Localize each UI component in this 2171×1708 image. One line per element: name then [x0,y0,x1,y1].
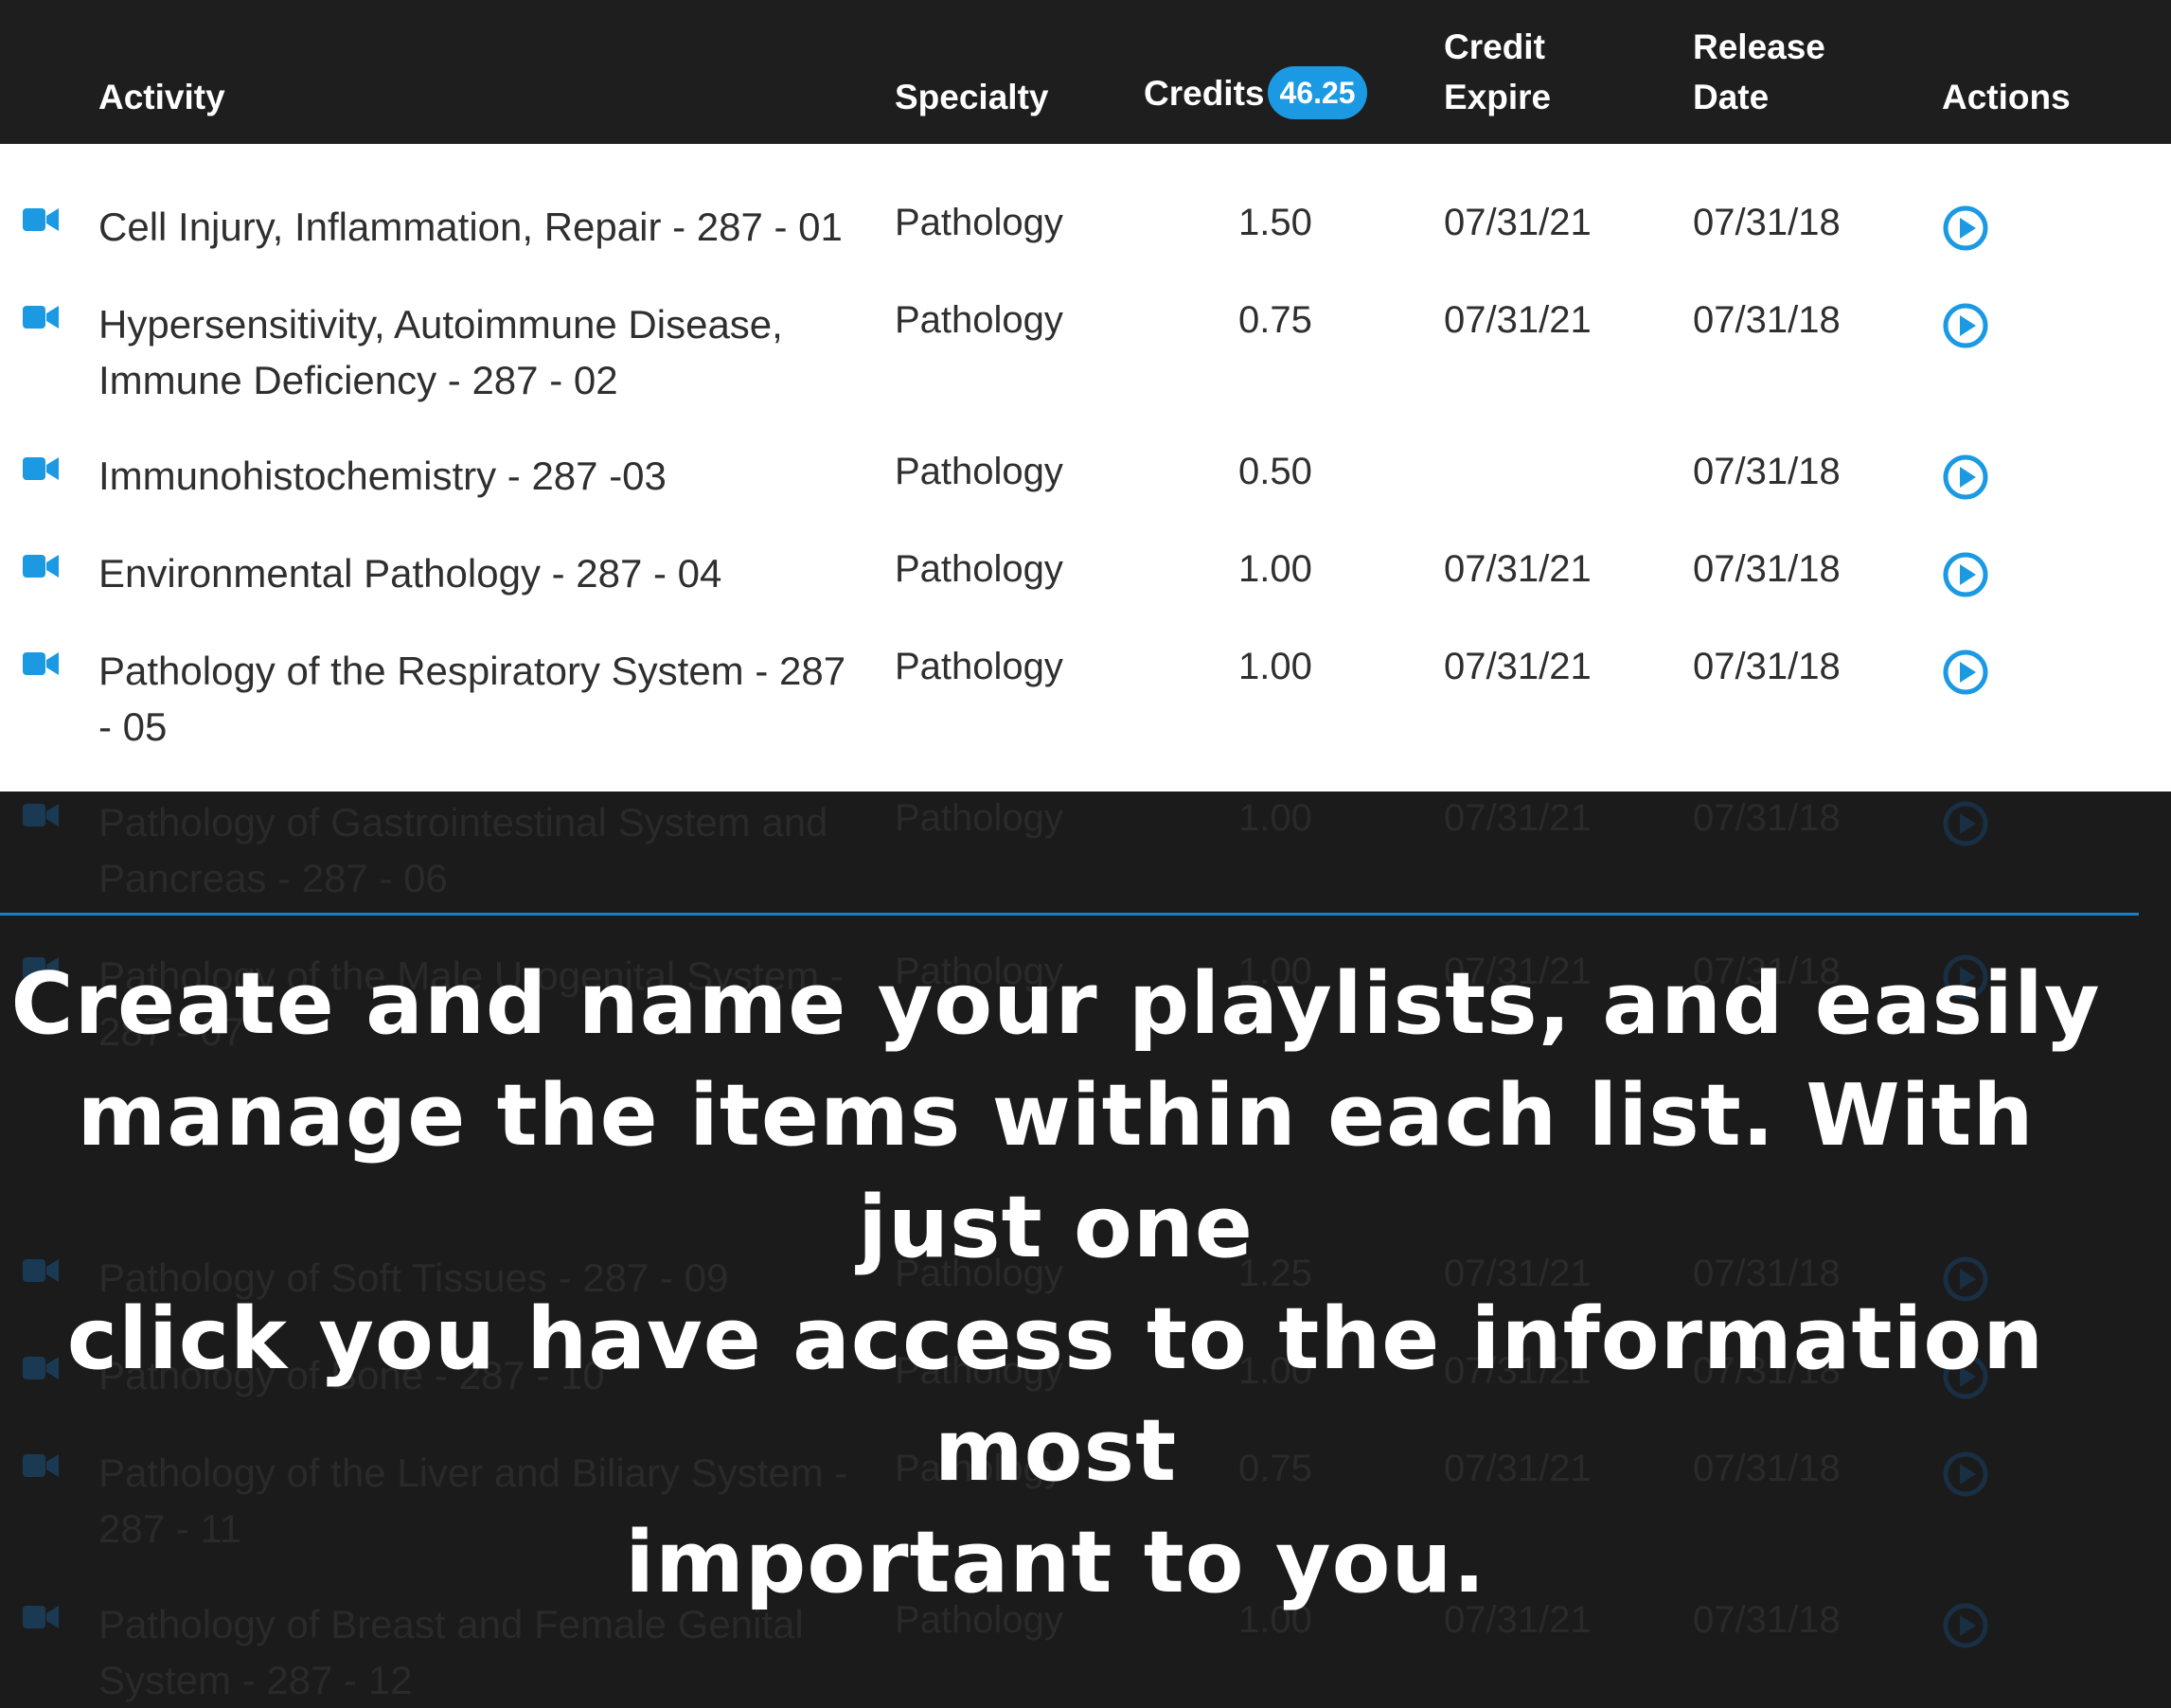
activity-title-line-2: - 05 [98,704,168,749]
header-credits-label: Credits [1144,73,1265,113]
header-activity[interactable]: Activity [98,72,225,122]
specialty-cell: Pathology [895,646,1063,687]
video-camera-icon [23,304,59,330]
header-release-date-line2: Date [1693,78,1770,116]
credits-cell: 1.50 [1238,202,1312,243]
credit-expire-cell: 07/31/21 [1444,548,1592,590]
specialty-cell: Pathology [895,451,1063,492]
activity-title[interactable]: Hypersensitivity, Autoimmune Disease, Imm… [98,296,875,408]
video-camera-icon [23,802,59,828]
activity-title-line-1: Environmental Pathology - 287 - 04 [98,551,722,596]
activity-title-line-1: Pathology of Gastrointestinal System and [98,800,828,845]
activity-title[interactable]: Environmental Pathology - 287 - 04 [98,545,875,601]
caption-line-1: Create and name your playlists, and easi… [10,954,2101,1054]
release-date-cell: 07/31/18 [1693,797,1841,839]
caption-line-2: manage the items within each list. With … [77,1066,2035,1277]
header-actions: Actions [1942,78,2071,116]
specialty-cell: Pathology [895,202,1063,243]
video-camera-icon [23,206,59,233]
credits-cell: 1.00 [1238,797,1312,839]
activity-title-line-2: Pancreas - 287 - 06 [98,856,448,900]
activity-title[interactable]: Pathology of Gastrointestinal System and… [98,794,875,906]
credits-cell: 0.50 [1238,451,1312,492]
video-camera-icon [23,455,59,482]
specialty-cell: Pathology [895,299,1063,341]
play-circle-icon[interactable] [1942,649,1989,696]
activity-title-line-1: Immunohistochemistry - 287 -03 [98,454,667,498]
video-camera-icon [23,650,59,677]
activity-title-line-1: Hypersensitivity, Autoimmune Disease, [98,302,783,347]
play-circle-icon[interactable] [1942,454,1989,501]
header-release-date[interactable]: Release Date [1693,22,1825,122]
caption-line-3: click you have access to the information… [66,1290,2045,1501]
activity-title-line-2: System - 287 - 12 [98,1658,413,1702]
activity-title-line-1: Pathology of the Respiratory System - 28… [98,649,846,693]
play-circle-icon[interactable] [1942,302,1989,349]
release-date-cell: 07/31/18 [1693,548,1841,590]
header-specialty[interactable]: Specialty [895,72,1048,122]
credits-total-badge: 46.25 [1268,66,1367,119]
header-release-date-line1: Release [1693,27,1825,66]
credits-cell: 0.75 [1238,299,1312,341]
specialty-cell: Pathology [895,797,1063,839]
play-circle-icon[interactable] [1942,205,1989,252]
video-camera-icon [23,553,59,579]
activity-title[interactable]: Immunohistochemistry - 287 -03 [98,448,875,504]
header-credit-expire[interactable]: Credit Expire [1444,22,1551,122]
release-date-cell: 07/31/18 [1693,451,1841,492]
page-root: Activity Specialty Credits 46.25 Credit … [0,0,2171,1708]
header-credits[interactable]: Credits 46.25 [1144,66,1367,119]
header-credit-expire-line1: Credit [1444,27,1545,66]
play-circle-icon[interactable] [1942,551,1989,598]
table-header: Activity Specialty Credits 46.25 Credit … [0,0,2171,144]
credits-cell: 1.00 [1238,548,1312,590]
credit-expire-cell: 07/31/21 [1444,299,1592,341]
header-credit-expire-line2: Expire [1444,78,1552,116]
activity-title-line-1: Cell Injury, Inflammation, Repair - 287 … [98,205,843,249]
activity-title[interactable]: Pathology of the Respiratory System - 28… [98,643,875,755]
caption-line-4: important to you. [625,1513,1486,1612]
credits-cell: 1.00 [1238,646,1312,687]
credit-expire-cell: 07/31/21 [1444,646,1592,687]
separator-line [0,913,2139,916]
credit-expire-cell: 07/31/21 [1444,202,1592,243]
activity-title[interactable]: Cell Injury, Inflammation, Repair - 287 … [98,199,875,255]
specialty-cell: Pathology [895,548,1063,590]
credit-expire-cell: 07/31/21 [1444,797,1592,839]
activity-title-line-2: Immune Deficiency - 287 - 02 [98,358,618,402]
release-date-cell: 07/31/18 [1693,646,1841,687]
release-date-cell: 07/31/18 [1693,299,1841,341]
promo-caption: Create and name your playlists, and easi… [0,949,2111,1619]
release-date-cell: 07/31/18 [1693,202,1841,243]
play-circle-icon[interactable] [1942,800,1989,847]
